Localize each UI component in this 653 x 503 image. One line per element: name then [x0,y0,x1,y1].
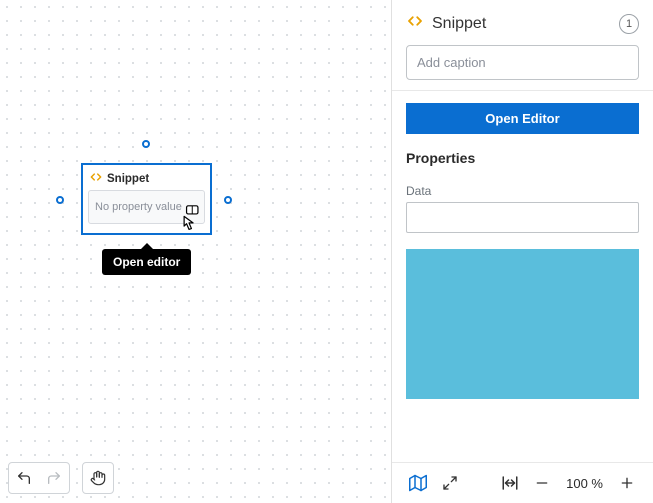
preview-block [406,249,639,399]
canvas[interactable]: Snippet No property value Open editor [0,0,391,503]
zoom-in-button[interactable] [615,471,639,495]
open-editor-button[interactable]: Open Editor [406,103,639,134]
snippet-node[interactable]: Snippet No property value [81,163,212,235]
hand-tool-button[interactable] [83,463,113,493]
inspector-footer: 100 % [392,462,653,503]
inspector-panel: Snippet 1 Open Editor Properties Data 10… [391,0,653,503]
app-root: Snippet No property value Open editor [0,0,653,503]
code-icon [89,170,103,187]
undo-button[interactable] [9,463,39,493]
snippet-node-title: Snippet [107,173,149,185]
inspector-title: Snippet [432,15,611,33]
selection-handle-right[interactable] [224,196,232,204]
canvas-toolbar [8,462,114,494]
selection-handle-top[interactable] [142,140,150,148]
pan-group [82,462,114,494]
history-group [8,462,70,494]
zoom-level-label: 100 % [562,476,607,491]
snippet-node-body[interactable]: No property value [88,190,205,224]
selection-handle-left[interactable] [56,196,64,204]
code-icon [406,12,424,35]
zoom-out-button[interactable] [530,471,554,495]
fullscreen-button[interactable] [438,471,462,495]
inspector-header: Snippet 1 [392,12,653,45]
fit-width-button[interactable] [498,471,522,495]
instance-count-badge: 1 [619,14,639,34]
data-property-label: Data [392,184,653,202]
data-property-input[interactable] [406,202,639,233]
snippet-node-header: Snippet [83,165,210,190]
caption-input[interactable] [406,45,639,80]
minimap-button[interactable] [406,471,430,495]
redo-button[interactable] [39,463,69,493]
open-editor-tooltip: Open editor [102,249,191,275]
properties-heading: Properties [392,150,653,184]
